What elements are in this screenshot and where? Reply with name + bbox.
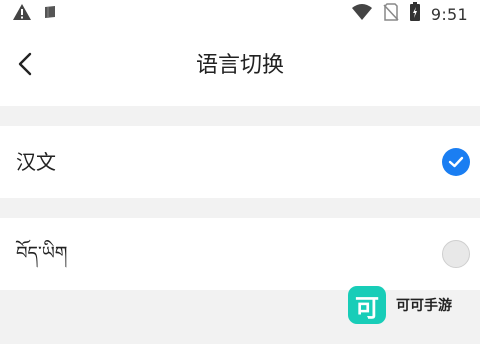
status-bar: 9:51 bbox=[0, 0, 480, 28]
app-bar: 语言切换 bbox=[0, 28, 480, 106]
battery-icon bbox=[409, 2, 421, 26]
language-option-chinese[interactable]: 汉文 bbox=[0, 126, 480, 198]
wifi-icon bbox=[351, 3, 373, 25]
status-left-icons bbox=[12, 4, 58, 24]
language-label: 汉文 bbox=[16, 150, 56, 174]
watermark-logo: 可 bbox=[348, 286, 386, 324]
status-time: 9:51 bbox=[430, 4, 468, 24]
page-title: 语言切换 bbox=[195, 53, 284, 78]
watermark-text: 可可手游 bbox=[396, 298, 452, 314]
no-sim-icon bbox=[383, 3, 399, 25]
warning-icon bbox=[12, 3, 32, 25]
notification-icon bbox=[42, 4, 58, 24]
checked-radio-icon[interactable] bbox=[442, 148, 470, 176]
language-label: བོད་ཡིག bbox=[16, 243, 68, 264]
unchecked-radio-icon[interactable] bbox=[442, 240, 470, 268]
language-option-tibetan[interactable]: བོད་ཡིག bbox=[0, 218, 480, 290]
watermark: 可 可可手游 bbox=[348, 286, 452, 324]
status-right-icons: 9:51 bbox=[351, 2, 468, 26]
